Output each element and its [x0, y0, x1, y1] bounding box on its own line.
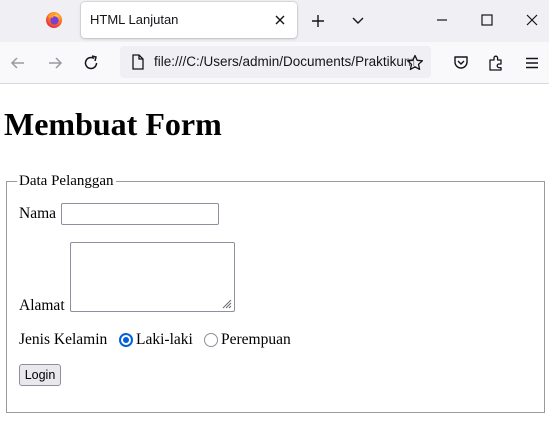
firefox-logo-icon[interactable]: [45, 11, 63, 29]
page-heading: Membuat Form: [4, 106, 222, 142]
star-icon[interactable]: [405, 53, 425, 73]
navigation-bar: file:///C:/Users/admin/Documents/Praktik…: [0, 42, 549, 84]
name-label: Nama: [19, 205, 57, 222]
puzzle-icon[interactable]: [486, 53, 506, 73]
address-textarea[interactable]: [70, 242, 235, 312]
pocket-icon[interactable]: [451, 53, 471, 73]
minimize-icon[interactable]: [432, 10, 452, 30]
address-bar[interactable]: file:///C:/Users/admin/Documents/Praktik…: [120, 46, 431, 78]
gender-label: Jenis Kelamin: [19, 331, 108, 348]
tab-html-lanjutan[interactable]: HTML Lanjutan: [81, 2, 297, 38]
page-content: Membuat Form Data Pelanggan Nama Alamat …: [0, 84, 549, 434]
radio-female-label[interactable]: Perempuan: [221, 331, 291, 349]
url-text: file:///C:/Users/admin/Documents/Praktik…: [154, 54, 416, 69]
radio-male-label[interactable]: Laki-laki: [136, 331, 193, 349]
maximize-icon[interactable]: [477, 10, 497, 30]
reload-icon[interactable]: [81, 53, 101, 73]
hamburger-icon[interactable]: [522, 53, 542, 73]
resize-handle-icon[interactable]: [221, 298, 232, 309]
address-label: Alamat: [19, 297, 65, 314]
window-close-icon[interactable]: [522, 10, 542, 30]
plus-icon[interactable]: [308, 11, 328, 31]
tab-bar: HTML Lanjutan: [0, 0, 549, 42]
arrow-left-icon[interactable]: [8, 53, 28, 73]
chevron-down-icon[interactable]: [348, 10, 368, 30]
arrow-right-icon[interactable]: [45, 53, 65, 73]
radio-female[interactable]: [204, 333, 218, 347]
name-input[interactable]: [61, 203, 219, 225]
fieldset-legend: Data Pelanggan: [19, 173, 114, 189]
login-button[interactable]: Login: [19, 364, 61, 386]
file-icon[interactable]: [128, 52, 148, 72]
radio-male[interactable]: [119, 333, 133, 347]
close-icon[interactable]: [271, 11, 289, 29]
tab-title: HTML Lanjutan: [90, 12, 179, 27]
